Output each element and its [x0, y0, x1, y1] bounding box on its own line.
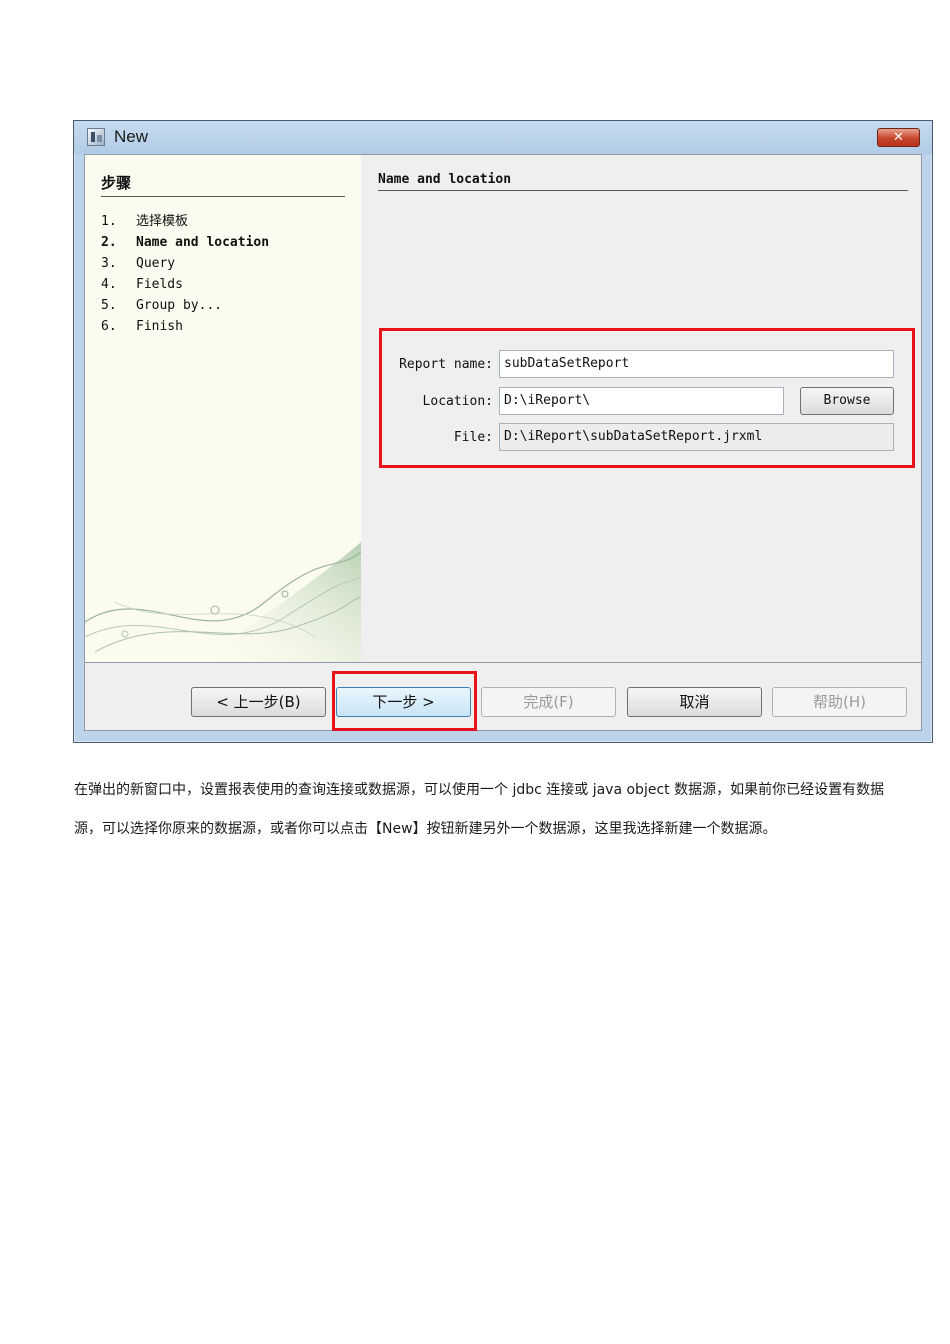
step-item-3: 3. Query	[101, 256, 176, 271]
wizard-button-bar: < 上一步(B) 下一步 > 完成(F) 取消 帮助(H)	[85, 663, 921, 731]
content-pane: Name and location Report name: subDataSe…	[361, 155, 921, 662]
title-bar[interactable]: New ✕	[74, 121, 932, 154]
step-item-4: 4. Fields	[101, 277, 183, 292]
steps-pane: 步骤 1. 选择模板 2. Name and location 3. Query 4.…	[85, 155, 361, 662]
step-item-1: 1. 选择模板	[101, 214, 189, 229]
finish-button[interactable]: 完成(F)	[481, 687, 616, 717]
step-label: Name and location	[136, 235, 270, 250]
wizard-client-area: 步骤 1. 选择模板 2. Name and location 3. Query 4.…	[84, 154, 922, 731]
ireport-app-icon	[87, 128, 105, 146]
step-item-5: 5. Group by...	[101, 298, 223, 313]
step-label: Query	[136, 256, 176, 271]
step-label: Fields	[136, 277, 183, 292]
close-icon: ✕	[893, 130, 904, 145]
window-title: New	[114, 127, 149, 146]
cancel-button[interactable]: 取消	[627, 687, 762, 717]
step-label: 选择模板	[136, 214, 189, 229]
new-report-wizard-dialog: New ✕ 步骤 1. 选择模板 2. Name and location 3. Qu…	[73, 120, 933, 743]
close-button[interactable]: ✕	[877, 128, 920, 147]
step-item-2: 2. Name and location	[101, 235, 270, 250]
help-button[interactable]: 帮助(H)	[772, 687, 907, 717]
steps-list: 1. 选择模板 2. Name and location 3. Query 4. Fie…	[101, 211, 269, 337]
step-label: Group by...	[136, 298, 223, 313]
steps-heading: 步骤	[101, 172, 345, 197]
back-button[interactable]: < 上一步(B)	[191, 687, 326, 717]
form-highlight-annotation	[379, 328, 915, 468]
content-heading: Name and location	[378, 172, 908, 191]
next-button-highlight-annotation	[332, 671, 477, 731]
step-item-6: 6. Finish	[101, 319, 183, 334]
instruction-paragraph: 在弹出的新窗口中，设置报表使用的查询连接或数据源，可以使用一个 jdbc 连接或…	[74, 782, 885, 837]
decorative-swirl-graphic	[85, 542, 361, 662]
step-label: Finish	[136, 319, 183, 334]
